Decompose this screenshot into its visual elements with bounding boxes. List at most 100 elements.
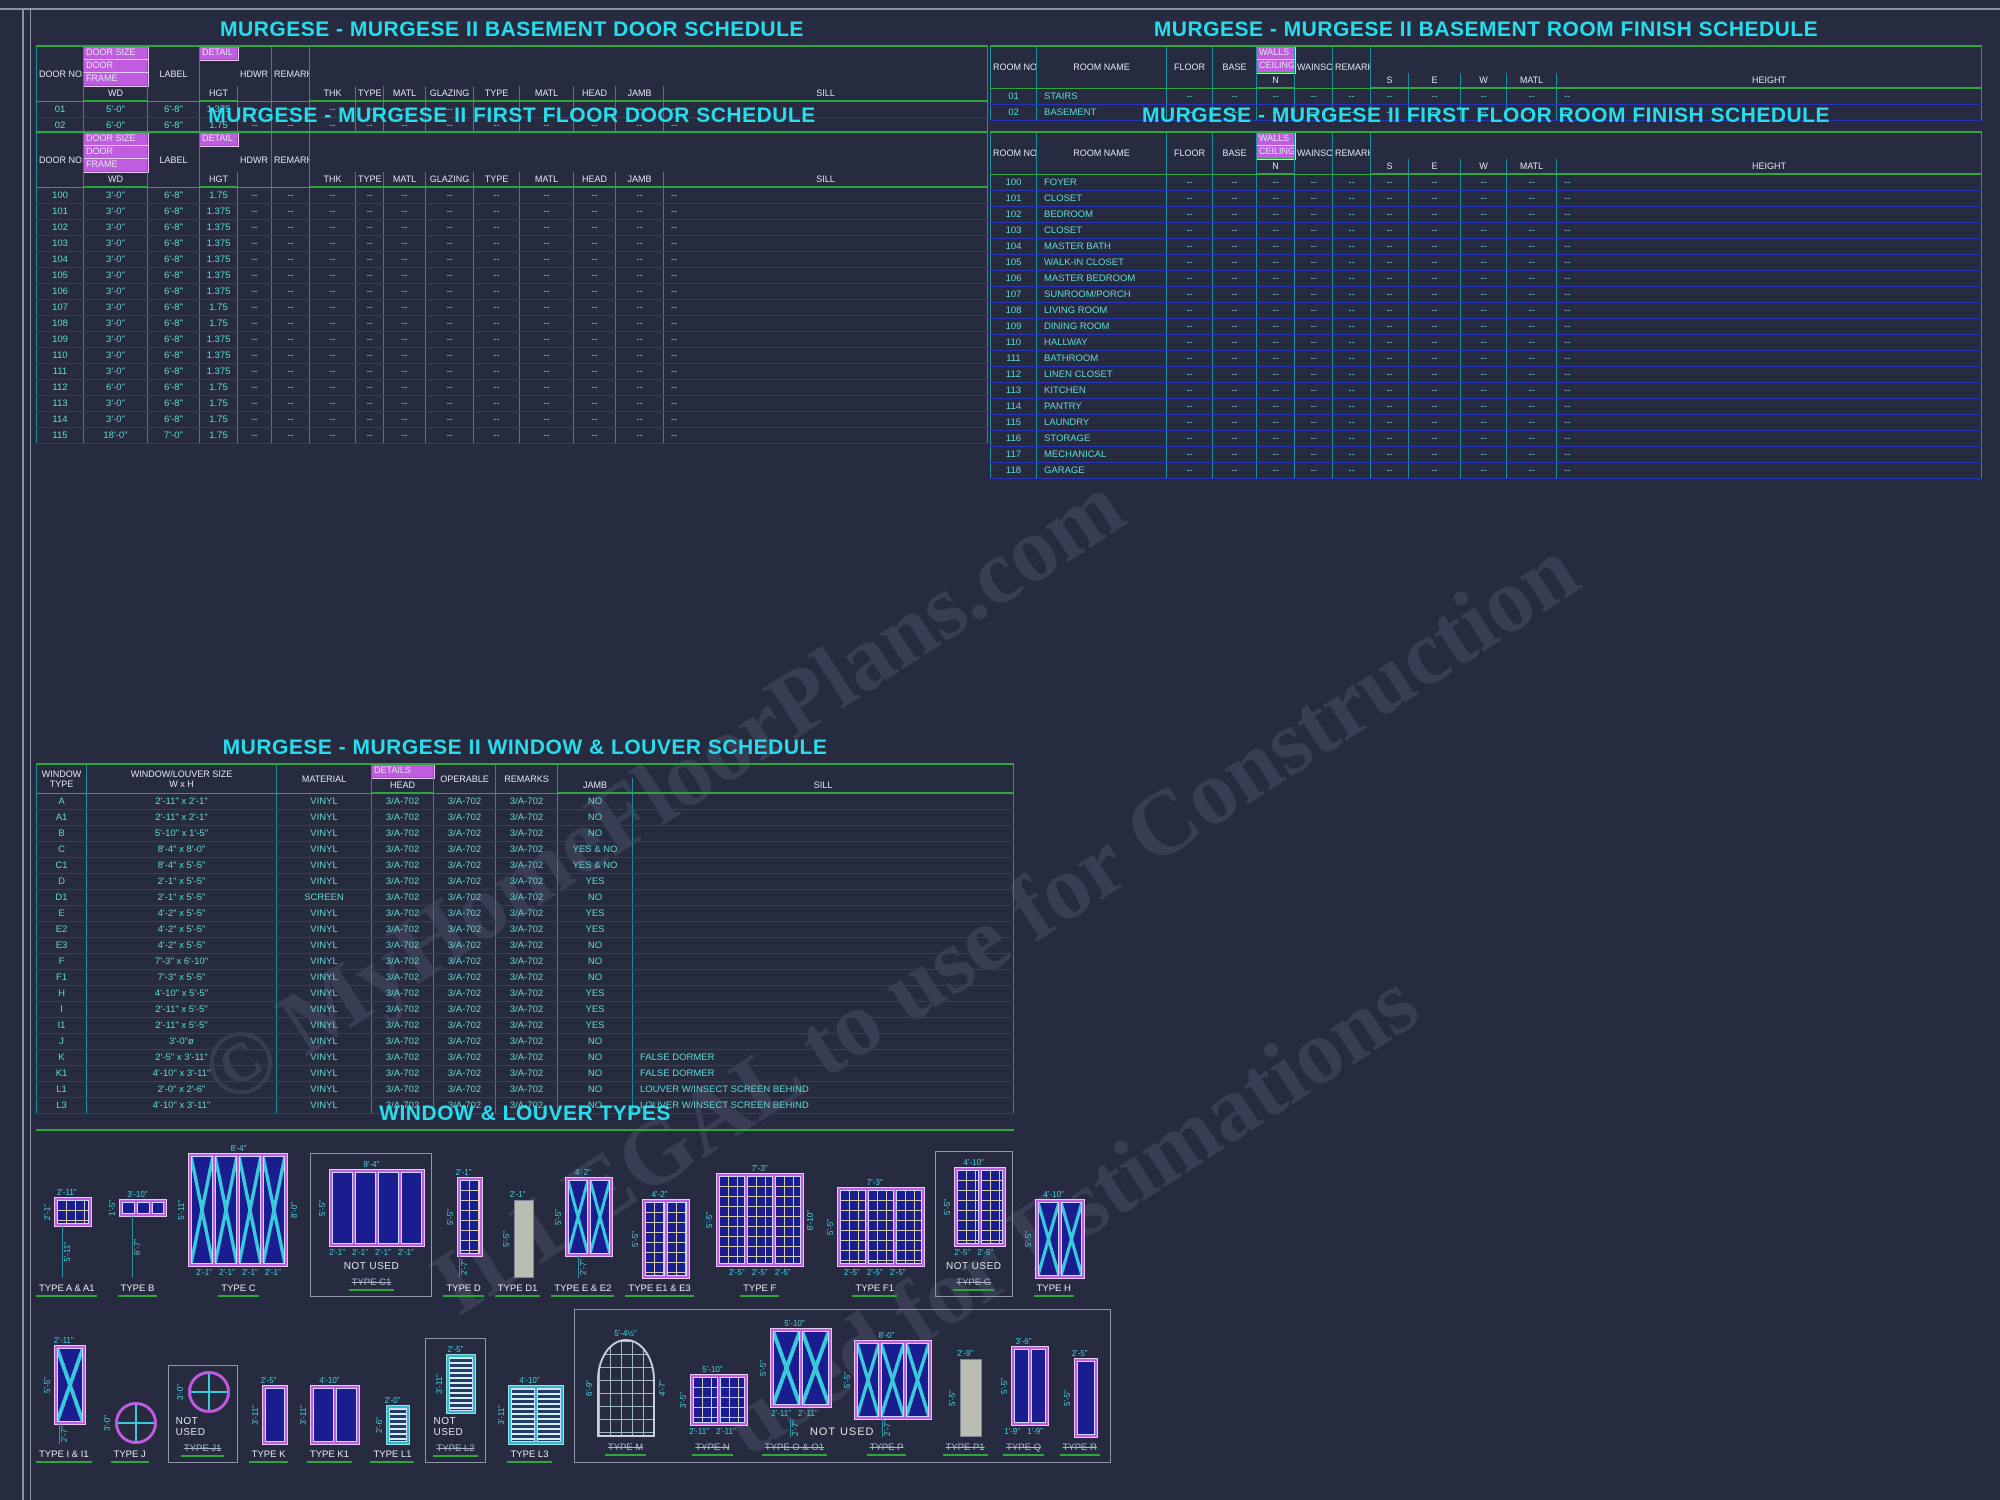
- cell: 6'-8": [148, 348, 200, 364]
- dimension-label: 2'-1": [43, 1204, 52, 1220]
- window-type-card: 3'-6"5'-5"1'-9"1'-9"TYPE Q: [1000, 1336, 1048, 1456]
- cell: 7'-3" x 6'-10": [87, 954, 277, 970]
- cell: --: [272, 187, 310, 204]
- cell: --: [1507, 367, 1557, 383]
- dimension-label: 3'-10": [127, 1189, 147, 1200]
- dimension-label: 2'-1": [219, 1267, 235, 1278]
- drawing-sheet: © MyHomeFloorPlans.comILLEGAL to use for…: [0, 0, 2000, 1500]
- height-dimension-line: 2'-7": [59, 1424, 69, 1444]
- cell: --: [1333, 255, 1371, 271]
- cell: 3/A-702: [372, 938, 434, 954]
- table-row: 1043'-0"6'-8"1.375----------------------: [37, 252, 988, 268]
- cell: --: [1213, 383, 1257, 399]
- cell: 3/A-702: [496, 954, 558, 970]
- window-type-label: TYPE O & O1: [762, 1441, 827, 1456]
- cell: --: [1557, 239, 1982, 255]
- cell: --: [1257, 383, 1295, 399]
- not-used-label: NOT USED: [344, 1261, 400, 1272]
- cell: A1: [37, 810, 87, 826]
- cell: 3/A-702: [434, 1082, 496, 1098]
- dimension-label: 4'-10": [519, 1375, 539, 1386]
- window-pane: [981, 1170, 1003, 1244]
- left-dimensions: 5'-5": [318, 1170, 327, 1246]
- basement-door-schedule-title: MURGESE - MURGESE II BASEMENT DOOR SCHED…: [36, 18, 988, 42]
- cell: [633, 1018, 1014, 1034]
- not-used-box: 8'-4"5'-5"2'-1"2'-1"2'-1"2'-1"NOT USEDTY…: [310, 1153, 432, 1297]
- cell: 115: [37, 428, 84, 444]
- cell: --: [574, 236, 616, 252]
- cell: FALSE DORMER: [633, 1050, 1014, 1066]
- cell: K1: [37, 1066, 87, 1082]
- cell: --: [1333, 351, 1371, 367]
- cell: --: [664, 316, 988, 332]
- table-row: 1113'-0"6'-8"1.375----------------------: [37, 364, 988, 380]
- cell: --: [1409, 431, 1461, 447]
- cell: --: [426, 236, 474, 252]
- table-row: 11518'-0"7'-0"1.75----------------------: [37, 428, 988, 444]
- cell: --: [616, 268, 664, 284]
- cell: VINYL: [277, 1050, 372, 1066]
- window-type-label: TYPE N: [692, 1441, 732, 1456]
- bottom-dimensions: 2'-5"2'-5"2'-5": [844, 1267, 906, 1278]
- cell: --: [310, 396, 356, 412]
- cell: 6'-8": [148, 236, 200, 252]
- cell: --: [1257, 191, 1295, 207]
- not-used-box: 3'-0"NOT USEDTYPE J1: [168, 1365, 238, 1463]
- cell: --: [384, 300, 426, 316]
- cell: [633, 906, 1014, 922]
- window-type-label: TYPE J1: [181, 1442, 225, 1457]
- cell: --: [384, 204, 426, 220]
- column-header: BASE: [1213, 132, 1257, 174]
- dimension-label: 3'-6": [1016, 1336, 1032, 1347]
- cell: --: [474, 364, 520, 380]
- cell: DINING ROOM: [1037, 319, 1167, 335]
- cell: --: [1295, 335, 1333, 351]
- column-header: GLAZING: [426, 86, 474, 101]
- window-type-card: 2'-11"5'-5"2'-7"TYPE I & I1: [36, 1335, 92, 1463]
- cell: --: [1557, 335, 1982, 351]
- first-floor-room-finish-title: MURGESE - MURGESE II FIRST FLOOR ROOM FI…: [990, 104, 1982, 128]
- window-graphic: [643, 1200, 689, 1278]
- cell: 3'-0": [84, 236, 148, 252]
- cell: 1.375: [200, 364, 238, 380]
- column-header: FLOOR: [1167, 132, 1213, 174]
- window-pane: [645, 1202, 665, 1276]
- table-row: H4'-10" x 5'-5"VINYL3/A-7023/A-7023/A-70…: [37, 986, 1014, 1002]
- table-row: 101CLOSET--------------------: [991, 191, 1982, 207]
- right-dimensions: 8'-0": [290, 1154, 299, 1266]
- cell: --: [1213, 431, 1257, 447]
- window-type-label: TYPE H: [1034, 1282, 1074, 1297]
- cell: --: [616, 300, 664, 316]
- cell: --: [520, 236, 574, 252]
- cell: F1: [37, 970, 87, 986]
- cell: --: [1257, 319, 1295, 335]
- cell: --: [1371, 223, 1409, 239]
- cell: C: [37, 842, 87, 858]
- window-pane: [957, 1170, 979, 1244]
- cell: --: [384, 364, 426, 380]
- column-header: REMARKS: [496, 764, 558, 793]
- cell: 105: [37, 268, 84, 284]
- column-header-line: ROOM NAME: [1039, 62, 1164, 72]
- cell: --: [1213, 303, 1257, 319]
- cell: 3/A-702: [372, 1066, 434, 1082]
- cell: 3/A-702: [434, 906, 496, 922]
- cell: 101: [37, 204, 84, 220]
- cell: --: [474, 300, 520, 316]
- table-row: A2'-11" x 2'-1"VINYL3/A-7023/A-7023/A-70…: [37, 793, 1014, 810]
- dimension-label: 4'-10": [319, 1375, 339, 1386]
- window-type-label: TYPE K1: [307, 1448, 352, 1463]
- window-louver-schedule-table: WINDOWTYPEWINDOW/LOUVER SIZEW x HMATERIA…: [36, 763, 1014, 1114]
- cell: --: [1409, 335, 1461, 351]
- left-dimensions: 5'-5": [502, 1200, 511, 1278]
- column-header: E: [1409, 159, 1461, 174]
- cell: --: [1371, 415, 1409, 431]
- cell: --: [272, 428, 310, 444]
- cell: NO: [558, 810, 633, 826]
- column-group-header: DOOR: [84, 146, 148, 159]
- cell: --: [520, 252, 574, 268]
- card-middle: 3'-11": [299, 1386, 359, 1444]
- cell: [633, 970, 1014, 986]
- cell: CLOSET: [1037, 223, 1167, 239]
- cell: 1.375: [200, 348, 238, 364]
